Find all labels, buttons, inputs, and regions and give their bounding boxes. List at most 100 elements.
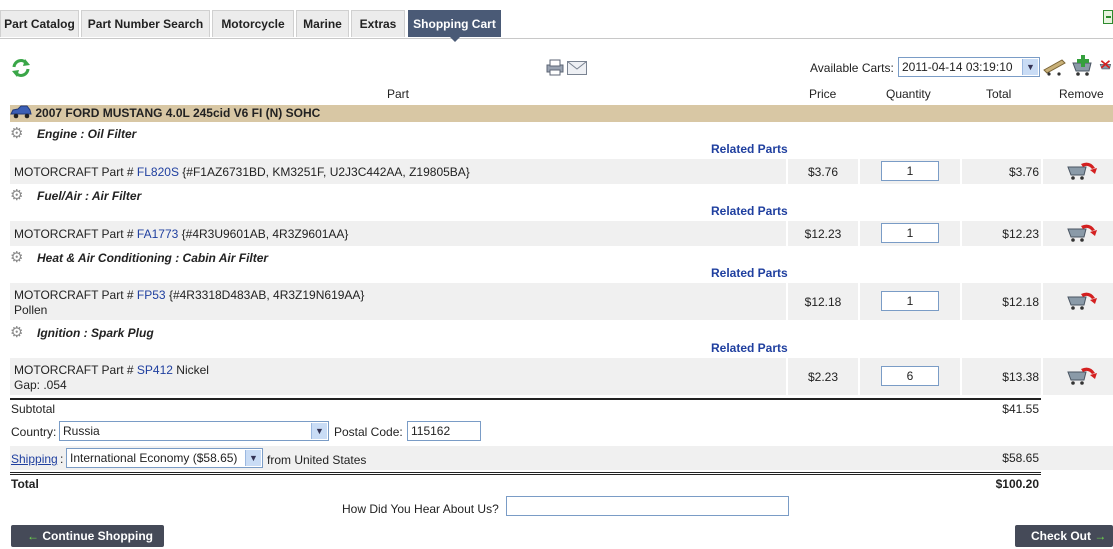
item-total: $13.38 xyxy=(1002,370,1039,384)
category-label: Engine : Oil Filter xyxy=(37,127,137,141)
shipping-origin: from United States xyxy=(267,453,367,467)
category-label: Heat & Air Conditioning : Cabin Air Filt… xyxy=(37,251,269,265)
part-number-link[interactable]: FL820S xyxy=(137,165,179,179)
item-price: $3.76 xyxy=(807,165,839,179)
part-brand: MOTORCRAFT Part # xyxy=(14,288,134,302)
gear-icon: ⚙ xyxy=(10,187,24,204)
delete-cart-icon[interactable] xyxy=(1099,55,1113,77)
arrow-left-icon: ← xyxy=(27,529,39,543)
gear-icon: ⚙ xyxy=(10,125,24,142)
gear-icon: ⚙ xyxy=(10,324,24,341)
chevron-down-icon: ▼ xyxy=(311,423,327,439)
print-icon[interactable] xyxy=(545,58,565,76)
tab-marine[interactable]: Marine xyxy=(296,10,349,37)
item-total: $3.76 xyxy=(1008,165,1039,179)
continue-shopping-button[interactable]: ← Continue Shopping xyxy=(11,525,164,547)
cart-select-value: 2011-04-14 03:19:10 xyxy=(902,60,1013,74)
remove-cart-icon[interactable] xyxy=(1066,365,1098,387)
arrow-right-icon: → xyxy=(1094,529,1107,543)
part-alternates: Nickel xyxy=(176,363,209,377)
part-brand: MOTORCRAFT Part # xyxy=(14,165,134,179)
divider xyxy=(10,472,962,473)
quantity-input[interactable]: 1 xyxy=(881,223,939,243)
add-cart-icon[interactable] xyxy=(1071,55,1095,77)
category-label: Fuel/Air : Air Filter xyxy=(37,189,142,203)
quantity-input[interactable]: 6 xyxy=(881,366,939,386)
total-value: $100.20 xyxy=(995,477,1039,491)
cart-select[interactable]: 2011-04-14 03:19:10 ▼ xyxy=(898,57,1040,77)
chevron-down-icon: ▼ xyxy=(1022,59,1038,75)
gear-icon: ⚙ xyxy=(10,249,24,266)
related-parts-link[interactable]: Related Parts xyxy=(711,142,788,156)
country-label: Country: xyxy=(11,425,57,439)
part-number-link[interactable]: FP53 xyxy=(137,288,166,302)
postal-code-input[interactable]: 115162 xyxy=(407,421,481,441)
shipping-cost: $58.65 xyxy=(1002,451,1039,465)
part-description: MOTORCRAFT Part # FP53 {#4R3318D483AB, 4… xyxy=(14,288,364,303)
part-alternates: {#4R3318D483AB, 4R3Z19N619AA} xyxy=(168,288,365,302)
column-header-remove: Remove xyxy=(1059,87,1104,101)
tab-shopping-cart[interactable]: Shopping Cart xyxy=(408,10,501,42)
column-header-price: Price xyxy=(809,87,837,101)
column-header-part: Part xyxy=(387,87,410,101)
subtotal-value: $41.55 xyxy=(1002,402,1039,416)
divider xyxy=(10,398,962,400)
quantity-input[interactable]: 1 xyxy=(881,291,939,311)
related-parts-link[interactable]: Related Parts xyxy=(711,341,788,355)
remove-cart-icon[interactable] xyxy=(1066,290,1098,312)
item-price: $2.23 xyxy=(807,370,839,384)
tab-bar: Part Catalog Part Number Search Motorcyc… xyxy=(0,10,1113,42)
part-brand: MOTORCRAFT Part # xyxy=(14,363,134,377)
remove-cart-icon[interactable] xyxy=(1066,160,1098,182)
part-number-link[interactable]: SP412 xyxy=(137,363,173,377)
column-header-quantity: Quantity xyxy=(886,87,931,101)
colon-separator: : xyxy=(60,452,64,466)
tab-extras[interactable]: Extras xyxy=(351,10,405,37)
part-alternates: {#F1AZ6731BD, KM3251F, U2J3C442AA, Z1980… xyxy=(182,165,470,179)
chevron-down-icon: ▼ xyxy=(245,450,261,466)
item-price: $12.23 xyxy=(804,227,842,241)
divider xyxy=(962,472,1041,473)
country-select-value: Russia xyxy=(63,424,100,438)
divider xyxy=(962,474,1041,475)
shipping-link[interactable]: Shipping xyxy=(11,452,58,466)
postal-code-label: Postal Code: xyxy=(334,425,403,439)
tab-part-catalog[interactable]: Part Catalog xyxy=(0,10,79,37)
vehicle-bar: 2007 FORD MUSTANG 4.0L 245cid V6 FI (N) … xyxy=(10,105,1113,122)
country-select[interactable]: Russia ▼ xyxy=(59,421,329,441)
car-icon xyxy=(10,105,32,119)
related-parts-link[interactable]: Related Parts xyxy=(711,204,788,218)
subtotal-label: Subtotal xyxy=(11,402,56,416)
copy-cart-icon[interactable] xyxy=(1043,56,1067,76)
category-label: Ignition : Spark Plug xyxy=(37,326,154,340)
part-alternates: {#4R3U9601AB, 4R3Z9601AA} xyxy=(181,227,349,241)
tab-part-number-search[interactable]: Part Number Search xyxy=(81,10,210,37)
part-note: Gap: .054 xyxy=(14,378,67,392)
tab-motorcycle[interactable]: Motorcycle xyxy=(212,10,294,37)
quantity-input[interactable]: 1 xyxy=(881,161,939,181)
part-description: MOTORCRAFT Part # SP412 Nickel xyxy=(14,363,209,378)
part-brand: MOTORCRAFT Part # xyxy=(14,227,134,241)
available-carts-label: Available Carts: xyxy=(810,61,894,75)
divider xyxy=(962,398,1041,400)
refresh-icon[interactable] xyxy=(10,58,32,78)
shipping-select[interactable]: International Economy ($58.65) ▼ xyxy=(66,448,263,468)
related-parts-link[interactable]: Related Parts xyxy=(711,266,788,280)
vehicle-title: 2007 FORD MUSTANG 4.0L 245cid V6 FI (N) … xyxy=(35,106,321,120)
item-total: $12.23 xyxy=(1002,227,1039,241)
part-note: Pollen xyxy=(14,303,48,317)
remove-cart-icon[interactable] xyxy=(1066,222,1098,244)
hear-about-input[interactable] xyxy=(506,496,789,516)
continue-shopping-label: Continue Shopping xyxy=(42,529,153,543)
export-icon[interactable] xyxy=(1103,10,1113,24)
total-label: Total xyxy=(11,477,39,491)
hear-about-label: How Did You Hear About Us? xyxy=(342,502,499,516)
check-out-button[interactable]: Check Out → xyxy=(1015,525,1113,547)
shipping-select-value: International Economy ($58.65) xyxy=(70,451,238,465)
item-price: $12.18 xyxy=(804,295,842,309)
email-icon[interactable] xyxy=(567,61,587,75)
check-out-label: Check Out xyxy=(1031,529,1092,543)
part-number-link[interactable]: FA1773 xyxy=(137,227,178,241)
column-header-total: Total xyxy=(986,87,1012,101)
part-description: MOTORCRAFT Part # FL820S {#F1AZ6731BD, K… xyxy=(14,165,470,180)
